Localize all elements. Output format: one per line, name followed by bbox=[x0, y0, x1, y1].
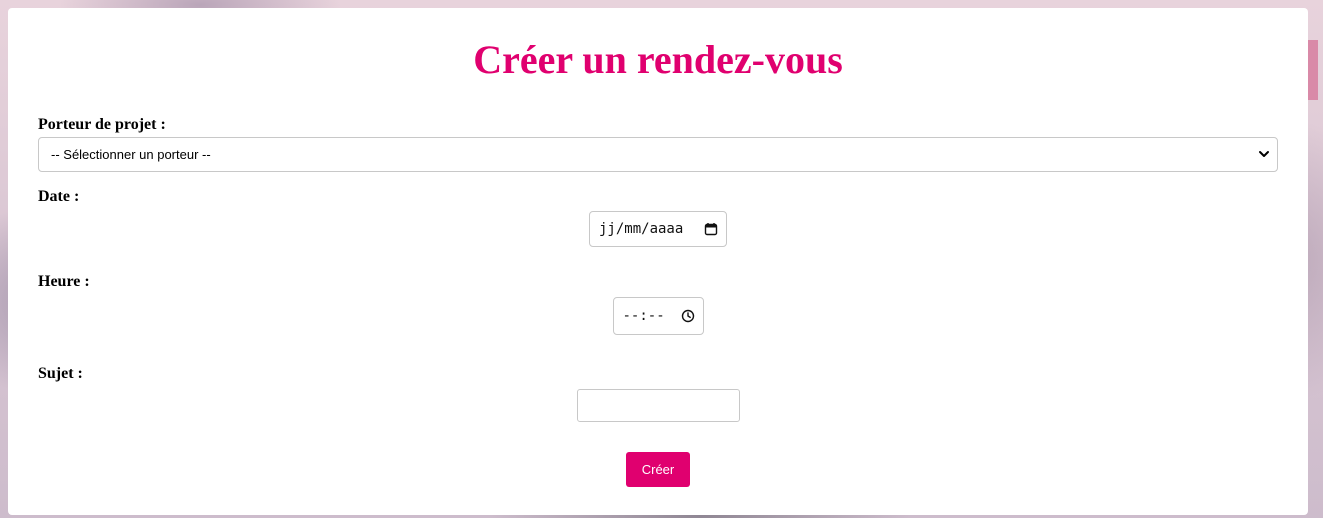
date-label: Date : bbox=[38, 188, 80, 205]
background-accent bbox=[1308, 40, 1318, 100]
page-title: Créer un rendez-vous bbox=[473, 37, 843, 82]
porteur-select-value: -- Sélectionner un porteur -- bbox=[51, 147, 211, 162]
clock-icon[interactable] bbox=[681, 309, 695, 323]
sujet-input[interactable] bbox=[576, 389, 740, 422]
date-placeholder: jj/mm/aaaa bbox=[599, 221, 684, 237]
sujet-label: Sujet : bbox=[38, 365, 83, 382]
porteur-label: Porteur de projet : bbox=[38, 116, 166, 133]
chevron-down-icon bbox=[1259, 151, 1269, 157]
heure-input[interactable]: --:-- bbox=[612, 297, 704, 335]
form-card: Créer un rendez-vous Porteur de projet :… bbox=[8, 8, 1308, 515]
calendar-icon[interactable] bbox=[704, 222, 718, 236]
create-button[interactable]: Créer bbox=[626, 452, 690, 487]
porteur-select[interactable]: -- Sélectionner un porteur -- bbox=[38, 137, 1278, 172]
date-input[interactable]: jj/mm/aaaa bbox=[589, 211, 727, 247]
heure-placeholder: --:-- bbox=[622, 308, 665, 324]
heure-label: Heure : bbox=[38, 273, 90, 290]
